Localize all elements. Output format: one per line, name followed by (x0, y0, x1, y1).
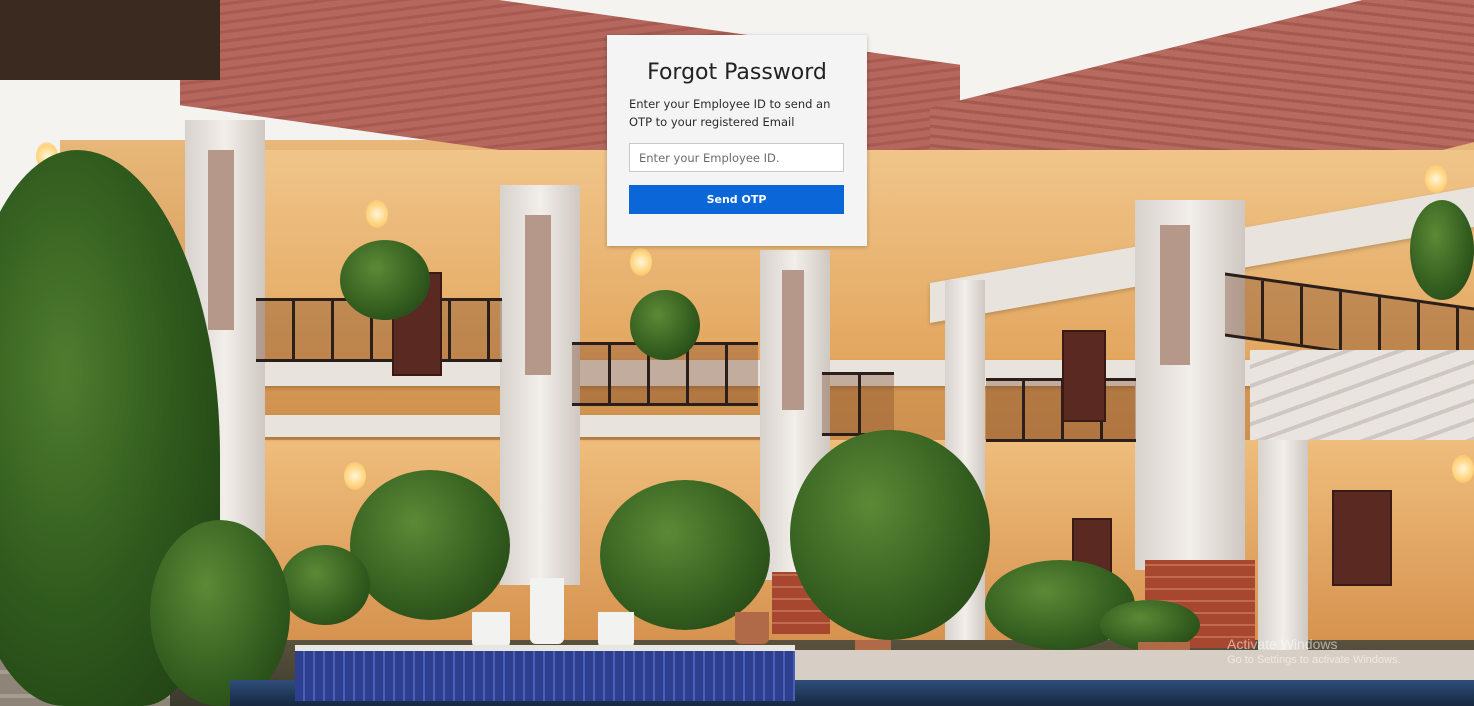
employee-id-input[interactable] (629, 143, 844, 172)
lamp (1452, 455, 1474, 483)
forgot-password-card: Forgot Password Enter your Employee ID t… (607, 35, 867, 246)
card-title: Forgot Password (647, 60, 827, 85)
lamp (1425, 165, 1447, 193)
lamp (344, 462, 366, 490)
lamp (630, 248, 652, 276)
balcony-railing (822, 372, 894, 436)
page: Forgot Password Enter your Employee ID t… (0, 0, 1474, 706)
balcony-railing (986, 378, 1136, 442)
watermark-subtitle: Go to Settings to activate Windows. (1227, 654, 1401, 666)
lamp (366, 200, 388, 228)
pillar (1135, 200, 1245, 570)
card-description: Enter your Employee ID to send an OTP to… (629, 97, 831, 129)
stairs (1250, 350, 1474, 440)
watermark-title: Activate Windows (1227, 636, 1338, 652)
activate-windows-watermark: Activate Windows Go to Settings to activ… (1227, 636, 1401, 666)
pool-tiles (295, 645, 795, 701)
send-otp-button[interactable]: Send OTP (629, 185, 844, 214)
